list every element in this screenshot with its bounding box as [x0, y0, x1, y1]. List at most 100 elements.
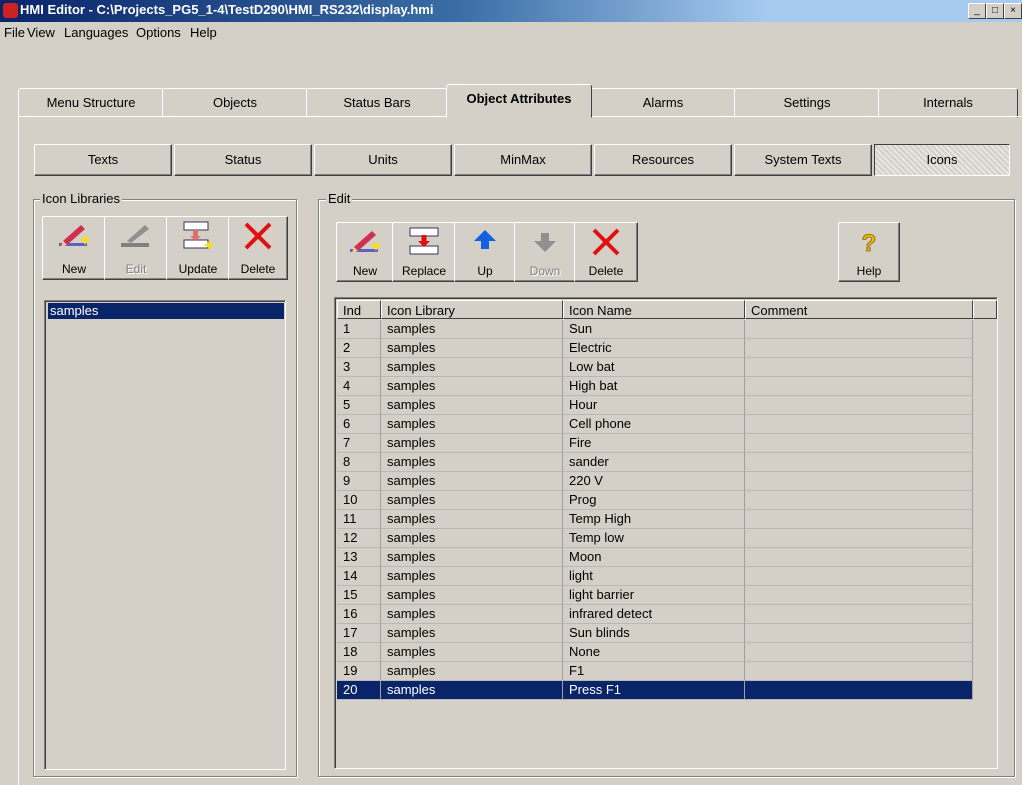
table-row[interactable]: 11 samples Temp High — [337, 510, 973, 529]
cell-icon-library[interactable]: samples — [381, 453, 563, 472]
cell-icon-library[interactable]: samples — [381, 605, 563, 624]
cell-icon-name[interactable]: sander — [563, 453, 745, 472]
help-button[interactable]: ? Help — [838, 222, 900, 282]
tab-status-bars[interactable]: Status Bars — [306, 88, 448, 118]
icon-library-list[interactable]: samples — [44, 300, 286, 770]
cell-comment[interactable] — [745, 396, 973, 415]
cell-ind[interactable]: 16 — [337, 605, 381, 624]
delete-button[interactable]: Delete — [574, 222, 638, 282]
cell-ind[interactable]: 6 — [337, 415, 381, 434]
table-row[interactable]: 15 samples light barrier — [337, 586, 973, 605]
cell-icon-library[interactable]: samples — [381, 434, 563, 453]
cell-comment[interactable] — [745, 529, 973, 548]
table-row[interactable]: 10 samples Prog — [337, 491, 973, 510]
cell-icon-name[interactable]: High bat — [563, 377, 745, 396]
cell-icon-name[interactable]: Cell phone — [563, 415, 745, 434]
cell-comment[interactable] — [745, 605, 973, 624]
cell-ind[interactable]: 7 — [337, 434, 381, 453]
table-row[interactable]: 8 samples sander — [337, 453, 973, 472]
cell-icon-library[interactable]: samples — [381, 567, 563, 586]
cell-icon-name[interactable]: Sun — [563, 320, 745, 339]
table-row[interactable]: 9 samples 220 V — [337, 472, 973, 491]
cell-comment[interactable] — [745, 415, 973, 434]
tab-internals[interactable]: Internals — [878, 88, 1018, 118]
cell-icon-name[interactable]: Prog — [563, 491, 745, 510]
cell-icon-library[interactable]: samples — [381, 529, 563, 548]
menu-languages[interactable]: Languages — [64, 25, 128, 40]
table-row[interactable]: 17 samples Sun blinds — [337, 624, 973, 643]
table-row[interactable]: 20 samples Press F1 — [337, 681, 973, 700]
up-button[interactable]: Up — [454, 222, 516, 282]
subtab-status[interactable]: Status — [174, 144, 312, 176]
cell-icon-name[interactable]: F1 — [563, 662, 745, 681]
cell-icon-name[interactable]: Press F1 — [563, 681, 745, 700]
cell-icon-name[interactable]: Electric — [563, 339, 745, 358]
cell-icon-name[interactable]: light — [563, 567, 745, 586]
table-row[interactable]: 1 samples Sun — [337, 320, 973, 339]
cell-comment[interactable] — [745, 377, 973, 396]
table-row[interactable]: 19 samples F1 — [337, 662, 973, 681]
subtab-minmax[interactable]: MinMax — [454, 144, 592, 176]
menu-help[interactable]: Help — [190, 25, 217, 40]
replace-button[interactable]: Replace — [392, 222, 456, 282]
cell-comment[interactable] — [745, 681, 973, 700]
lib-edit-button[interactable]: Edit — [104, 216, 168, 280]
cell-ind[interactable]: 1 — [337, 320, 381, 339]
tab-object-attributes[interactable]: Object Attributes — [446, 84, 592, 118]
cell-comment[interactable] — [745, 472, 973, 491]
cell-icon-library[interactable]: samples — [381, 339, 563, 358]
menu-file[interactable]: File — [4, 25, 25, 40]
subtab-texts[interactable]: Texts — [34, 144, 172, 176]
column-header-icon-library[interactable]: Icon Library — [381, 300, 563, 319]
cell-comment[interactable] — [745, 643, 973, 662]
cell-icon-library[interactable]: samples — [381, 472, 563, 491]
maximize-button[interactable]: □ — [986, 3, 1004, 19]
cell-icon-name[interactable]: Fire — [563, 434, 745, 453]
cell-icon-library[interactable]: samples — [381, 643, 563, 662]
cell-icon-name[interactable]: Low bat — [563, 358, 745, 377]
subtab-icons[interactable]: Icons — [874, 144, 1010, 176]
table-row[interactable]: 7 samples Fire — [337, 434, 973, 453]
cell-icon-library[interactable]: samples — [381, 662, 563, 681]
table-row[interactable]: 4 samples High bat — [337, 377, 973, 396]
cell-icon-library[interactable]: samples — [381, 377, 563, 396]
cell-comment[interactable] — [745, 624, 973, 643]
icon-new-button[interactable]: New — [336, 222, 394, 282]
title-bar[interactable]: HMI Editor - C:\Projects_PG5_1-4\TestD29… — [0, 0, 1022, 22]
cell-comment[interactable] — [745, 339, 973, 358]
cell-icon-name[interactable]: 220 V — [563, 472, 745, 491]
menu-view[interactable]: View — [27, 25, 55, 40]
cell-icon-name[interactable]: Temp High — [563, 510, 745, 529]
cell-ind[interactable]: 14 — [337, 567, 381, 586]
cell-comment[interactable] — [745, 491, 973, 510]
cell-icon-name[interactable]: None — [563, 643, 745, 662]
cell-icon-library[interactable]: samples — [381, 320, 563, 339]
cell-ind[interactable]: 20 — [337, 681, 381, 700]
lib-update-button[interactable]: Update — [166, 216, 230, 280]
cell-ind[interactable]: 4 — [337, 377, 381, 396]
cell-comment[interactable] — [745, 320, 973, 339]
cell-ind[interactable]: 2 — [337, 339, 381, 358]
table-row[interactable]: 6 samples Cell phone — [337, 415, 973, 434]
icon-grid[interactable]: Ind Icon Library Icon Name Comment 1 samp… — [334, 297, 998, 769]
table-row[interactable]: 12 samples Temp low — [337, 529, 973, 548]
cell-ind[interactable]: 9 — [337, 472, 381, 491]
cell-icon-name[interactable]: Hour — [563, 396, 745, 415]
cell-icon-name[interactable]: Temp low — [563, 529, 745, 548]
cell-ind[interactable]: 3 — [337, 358, 381, 377]
table-row[interactable]: 13 samples Moon — [337, 548, 973, 567]
tab-objects[interactable]: Objects — [162, 88, 308, 118]
lib-delete-button[interactable]: Delete — [228, 216, 288, 280]
cell-comment[interactable] — [745, 586, 973, 605]
cell-icon-library[interactable]: samples — [381, 396, 563, 415]
cell-comment[interactable] — [745, 434, 973, 453]
column-header-ind[interactable]: Ind — [337, 300, 381, 319]
column-header-comment[interactable]: Comment — [745, 300, 973, 319]
cell-comment[interactable] — [745, 358, 973, 377]
cell-ind[interactable]: 12 — [337, 529, 381, 548]
cell-icon-library[interactable]: samples — [381, 415, 563, 434]
cell-ind[interactable]: 5 — [337, 396, 381, 415]
cell-comment[interactable] — [745, 662, 973, 681]
table-row[interactable]: 14 samples light — [337, 567, 973, 586]
cell-icon-name[interactable]: infrared detect — [563, 605, 745, 624]
